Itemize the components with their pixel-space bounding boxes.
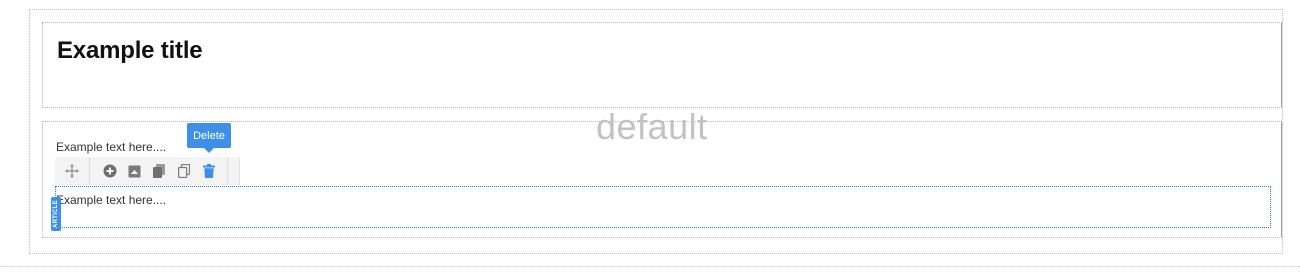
add-button[interactable]: [102, 163, 118, 179]
move-handle[interactable]: [55, 157, 90, 185]
layout-label: default: [596, 106, 708, 147]
copy-icon: [153, 164, 165, 178]
toolbar-divider: [227, 157, 228, 185]
move-icon: [65, 164, 79, 178]
duplicate-button[interactable]: [176, 163, 192, 179]
delete-tooltip: Delete: [187, 123, 231, 153]
text-paragraph-2[interactable]: Example text here....: [56, 193, 166, 207]
article-block-selected[interactable]: [55, 186, 1271, 228]
add-icon: [103, 164, 117, 178]
block-toolbar: [55, 157, 240, 185]
duplicate-icon: [178, 164, 190, 178]
image-button[interactable]: [126, 163, 142, 179]
title-block[interactable]: Example title: [42, 22, 1282, 108]
page-title[interactable]: Example title: [57, 37, 203, 65]
copy-button[interactable]: [151, 163, 167, 179]
text-paragraph-1[interactable]: Example text here....: [56, 140, 166, 154]
bottom-divider: [0, 266, 1300, 267]
trash-icon: [203, 164, 215, 178]
article-tag-badge: ARTICLE: [51, 197, 61, 231]
image-icon: [128, 165, 140, 177]
delete-button[interactable]: [201, 163, 217, 179]
